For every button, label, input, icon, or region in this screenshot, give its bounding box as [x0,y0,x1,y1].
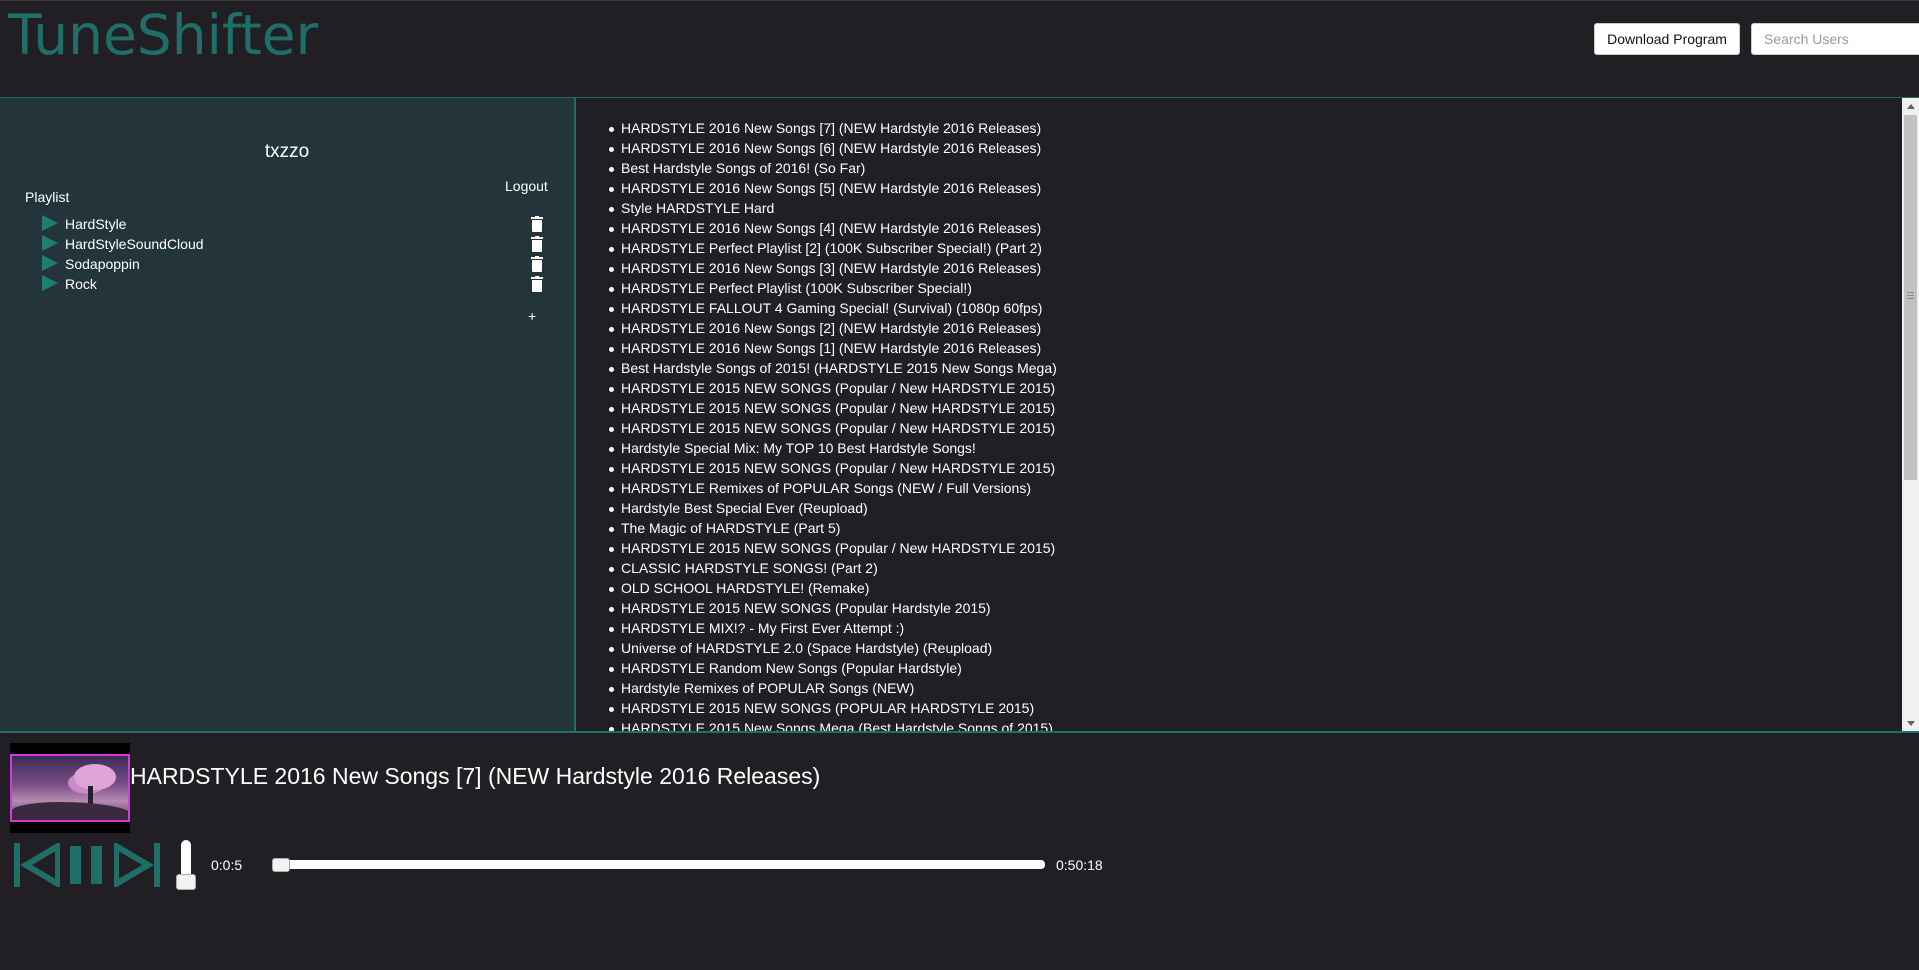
song-item[interactable]: HARDSTYLE 2016 New Songs [5] (NEW Hardst… [621,178,1057,198]
song-item[interactable]: HARDSTYLE 2015 NEW SONGS (Popular / New … [621,418,1057,438]
logout-link[interactable]: Logout [505,178,548,194]
scroll-up-icon[interactable] [1907,104,1915,109]
scroll-down-icon[interactable] [1907,721,1915,726]
search-users-input[interactable] [1751,23,1919,55]
username: txzzo [264,141,310,162]
play-icon[interactable] [42,275,58,291]
song-item[interactable]: HARDSTYLE Random New Songs (Popular Hard… [621,658,1057,678]
song-item[interactable]: HARDSTYLE MIX!? - My First Ever Attempt … [621,618,1057,638]
album-art [10,743,130,833]
seek-knob[interactable] [272,858,291,872]
volume-knob[interactable] [176,874,196,890]
song-item[interactable]: Style HARDSTYLE Hard [621,198,1057,218]
header: TuneShifter Download Program [0,0,1919,97]
song-item[interactable]: HARDSTYLE 2016 New Songs [1] (NEW Hardst… [621,338,1057,358]
sidebar: txzzo Logout Playlist HardStyle HardStyle… [0,97,576,731]
playlist-name[interactable]: Rock [65,274,97,294]
seek-bar[interactable] [272,858,1045,872]
download-program-button[interactable]: Download Program [1594,23,1740,55]
song-item[interactable]: HARDSTYLE Perfect Playlist [2] (100K Sub… [621,238,1057,258]
playlist-item[interactable]: HardStyleSoundCloud [42,234,552,254]
playlist-item[interactable]: Rock [42,274,552,294]
player-bar: HARDSTYLE 2016 New Songs [7] (NEW Hardst… [0,731,1919,970]
song-item[interactable]: HARDSTYLE Perfect Playlist (100K Subscri… [621,278,1057,298]
song-item[interactable]: HARDSTYLE 2016 New Songs [6] (NEW Hardst… [621,138,1057,158]
song-item[interactable]: HARDSTYLE 2015 NEW SONGS (Popular / New … [621,398,1057,418]
song-item[interactable]: Hardstyle Best Special Ever (Reupload) [621,498,1057,518]
song-item[interactable]: Best Hardstyle Songs of 2016! (So Far) [621,158,1057,178]
song-item[interactable]: The Magic of HARDSTYLE (Part 5) [621,518,1057,538]
song-item[interactable]: HARDSTYLE 2016 New Songs [4] (NEW Hardst… [621,218,1057,238]
trash-icon[interactable] [531,256,543,272]
trash-icon[interactable] [531,236,543,252]
song-item[interactable]: HARDSTYLE 2015 NEW SONGS (POPULAR HARDST… [621,698,1057,718]
song-item[interactable]: HARDSTYLE 2015 NEW SONGS (Popular / New … [621,378,1057,398]
trash-icon[interactable] [531,276,543,292]
playlist-heading: Playlist [25,189,70,205]
scroll-thumb[interactable] [1904,115,1917,480]
playlist-item[interactable]: Sodapoppin [42,254,552,274]
current-time: 0:0:5 [211,857,243,873]
playlist-name[interactable]: HardStyleSoundCloud [65,234,204,254]
playlist-item[interactable]: HardStyle [42,214,552,234]
app-logo[interactable]: TuneShifter [8,3,318,67]
play-icon[interactable] [42,215,58,231]
song-item[interactable]: OLD SCHOOL HARDSTYLE! (Remake) [621,578,1057,598]
song-item[interactable]: HARDSTYLE 2015 New Songs Mega (Best Hard… [621,718,1057,731]
song-item[interactable]: HARDSTYLE 2016 New Songs [7] (NEW Hardst… [621,118,1057,138]
volume-slider[interactable] [176,840,196,890]
skip-next-icon[interactable] [114,843,160,887]
playlist-name[interactable]: HardStyle [65,214,126,234]
pause-icon[interactable] [70,846,102,884]
add-playlist-button[interactable]: + [528,308,536,324]
song-list: HARDSTYLE 2016 New Songs [7] (NEW Hardst… [621,118,1057,731]
song-item[interactable]: HARDSTYLE 2015 NEW SONGS (Popular / New … [621,538,1057,558]
song-item[interactable]: Hardstyle Special Mix: My TOP 10 Best Ha… [621,438,1057,458]
song-item[interactable]: HARDSTYLE 2015 NEW SONGS (Popular / New … [621,458,1057,478]
song-list-scrollbar[interactable] [1902,98,1919,731]
skip-previous-icon[interactable] [14,843,60,887]
song-item[interactable]: Best Hardstyle Songs of 2015! (HARDSTYLE… [621,358,1057,378]
playlist-name[interactable]: Sodapoppin [65,254,140,274]
play-icon[interactable] [42,255,58,271]
song-item[interactable]: HARDSTYLE Remixes of POPULAR Songs (NEW … [621,478,1057,498]
song-item[interactable]: HARDSTYLE 2015 NEW SONGS (Popular Hardst… [621,598,1057,618]
playlist-list: HardStyle HardStyleSoundCloud Sodapoppin Ro… [42,214,552,294]
trash-icon[interactable] [531,216,543,232]
now-playing-title: HARDSTYLE 2016 New Songs [7] (NEW Hardst… [130,763,821,789]
play-icon[interactable] [42,235,58,251]
song-list-panel: HARDSTYLE 2016 New Songs [7] (NEW Hardst… [576,97,1919,731]
song-item[interactable]: Hardstyle Remixes of POPULAR Songs (NEW) [621,678,1057,698]
song-item[interactable]: HARDSTYLE 2016 New Songs [3] (NEW Hardst… [621,258,1057,278]
song-item[interactable]: CLASSIC HARDSTYLE SONGS! (Part 2) [621,558,1057,578]
song-item[interactable]: Universe of HARDSTYLE 2.0 (Space Hardsty… [621,638,1057,658]
song-item[interactable]: HARDSTYLE 2016 New Songs [2] (NEW Hardst… [621,318,1057,338]
total-time: 0:50:18 [1056,857,1103,873]
song-item[interactable]: HARDSTYLE FALLOUT 4 Gaming Special! (Sur… [621,298,1057,318]
